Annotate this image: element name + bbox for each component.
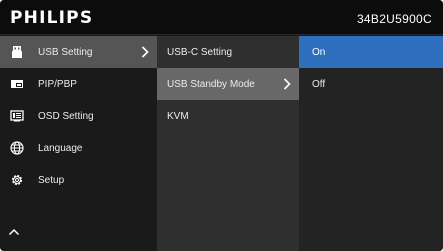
main-menu-item-language[interactable]: Language <box>0 132 157 164</box>
main-menu-item-label: Language <box>38 142 83 154</box>
osd-icon <box>10 109 24 123</box>
option-on[interactable]: On <box>299 36 443 68</box>
option-off[interactable]: Off <box>299 68 443 100</box>
main-menu-item-label: USB Setting <box>38 46 93 58</box>
main-menu-item-osd-setting[interactable]: OSD Setting <box>0 100 157 132</box>
main-menu-item-label: PIP/PBP <box>38 78 77 90</box>
main-menu-item-pip-pbp[interactable]: PIP/PBP <box>0 68 157 100</box>
submenu: USB-C Setting USB Standby Mode KVM <box>157 36 299 251</box>
monitor-osd: PHILIPS 34B2U5900C USB Setting PIP/PBP O… <box>0 0 443 251</box>
main-menu: USB Setting PIP/PBP OSD Setting Language <box>0 36 157 251</box>
submenu-item-label: USB-C Setting <box>167 46 233 58</box>
gear-icon <box>10 173 24 187</box>
submenu-item-label: USB Standby Mode <box>167 78 255 90</box>
usb-icon <box>10 45 24 59</box>
osd-header: PHILIPS 34B2U5900C <box>0 0 443 35</box>
submenu-item-usb-c-setting[interactable]: USB-C Setting <box>157 36 299 68</box>
main-menu-item-label: Setup <box>38 174 65 186</box>
globe-icon <box>10 141 24 155</box>
brand-logo: PHILIPS <box>10 8 94 28</box>
submenu-item-usb-standby-mode[interactable]: USB Standby Mode <box>157 68 299 100</box>
options-panel: On Off <box>299 36 443 251</box>
main-menu-item-usb-setting[interactable]: USB Setting <box>0 36 157 68</box>
model-name: 34B2U5900C <box>356 12 432 26</box>
main-menu-item-setup[interactable]: Setup <box>0 164 157 196</box>
option-label: Off <box>312 78 326 90</box>
submenu-item-label: KVM <box>167 110 189 122</box>
chevron-up-icon[interactable] <box>8 226 20 238</box>
chevron-right-icon <box>141 46 149 58</box>
option-label: On <box>312 46 326 58</box>
submenu-item-kvm[interactable]: KVM <box>157 100 299 132</box>
pip-icon <box>10 77 24 91</box>
main-menu-item-label: OSD Setting <box>38 110 94 122</box>
chevron-right-icon <box>283 78 291 90</box>
